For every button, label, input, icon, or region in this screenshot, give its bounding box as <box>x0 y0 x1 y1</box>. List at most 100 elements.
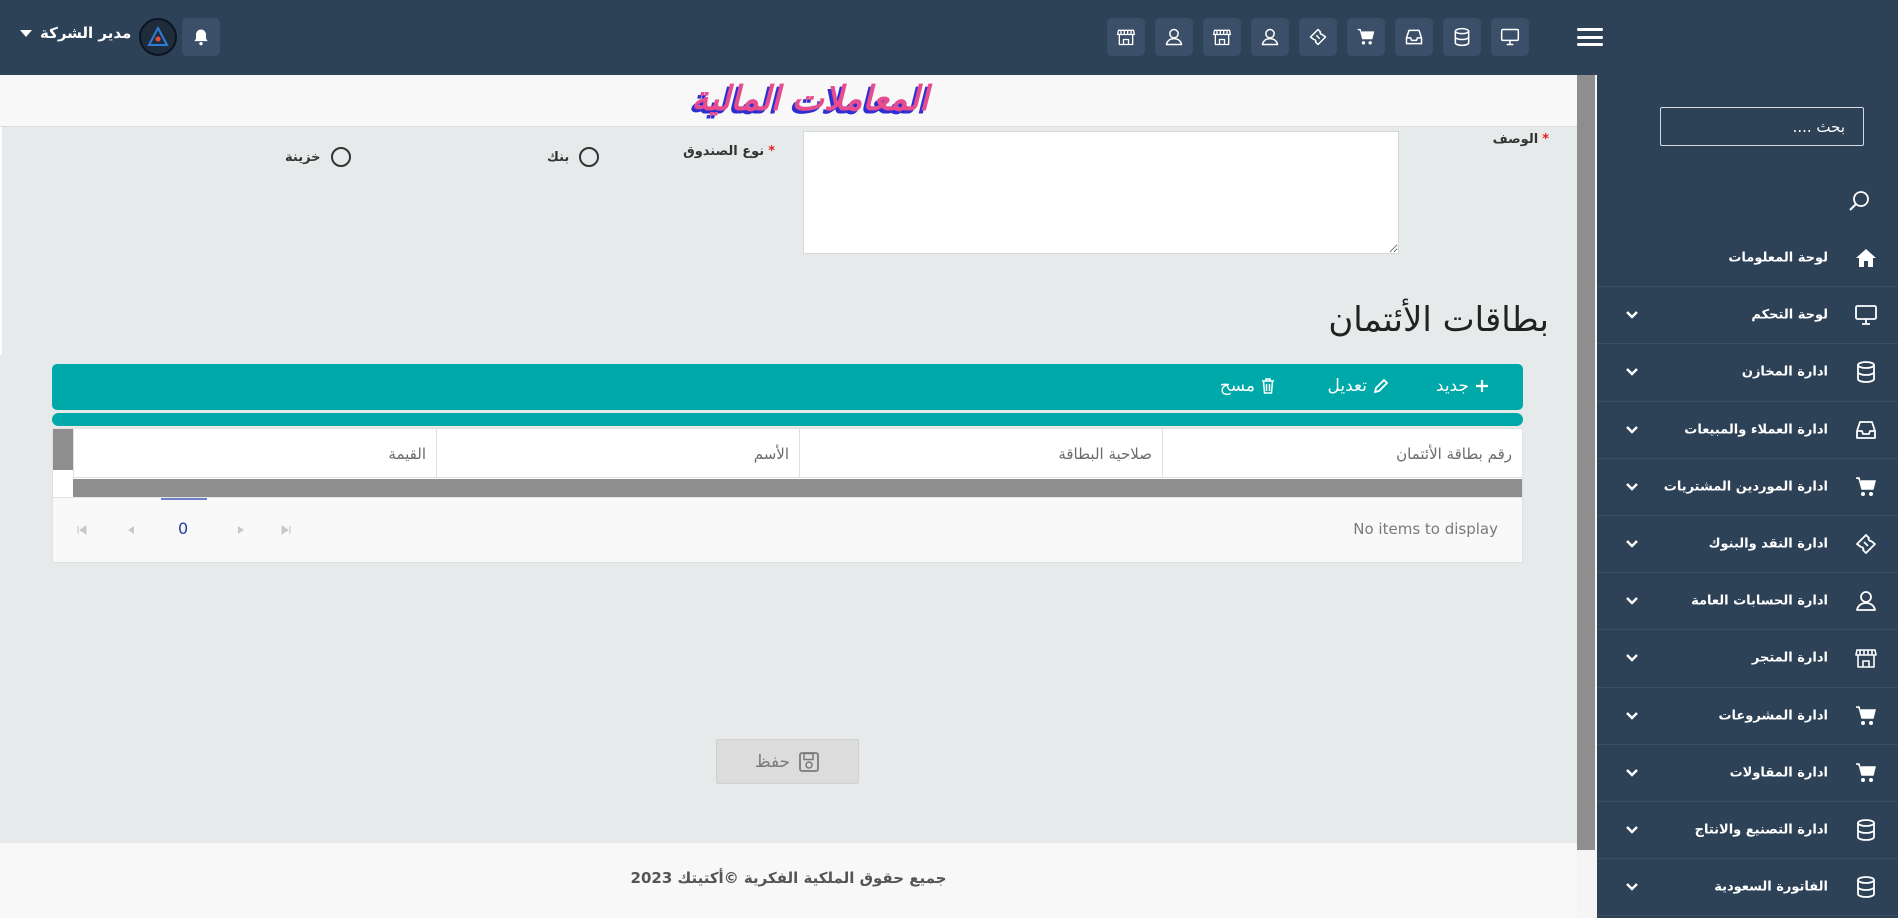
chevron-down-icon <box>1626 540 1638 548</box>
sidebar-item-label: الفاتورة السعودية <box>1714 879 1828 895</box>
radio-bank-label: بنك <box>547 149 570 165</box>
company-logo-avatar[interactable] <box>139 18 177 56</box>
main-vertical-scrollbar[interactable] <box>1577 75 1597 918</box>
cart-icon-wrap <box>1854 475 1878 499</box>
radio-bank[interactable]: بنك <box>547 147 600 167</box>
left-edge-strip <box>0 127 2 355</box>
sidebar-item-label: ادارة الموردين المشتريات <box>1663 479 1828 495</box>
hamburger-line <box>1577 35 1603 39</box>
ticket-icon <box>1856 534 1876 554</box>
chevron-down-icon-wrap[interactable] <box>1625 367 1639 377</box>
quick-link-inbox-button[interactable] <box>1395 18 1433 56</box>
database-icon <box>1857 876 1875 899</box>
chevron-down-icon-wrap[interactable] <box>1625 882 1639 892</box>
sidebar-item-11[interactable]: ادارة التصنيع والانتاج <box>1597 802 1898 860</box>
delete-button[interactable]: مسح <box>1220 376 1275 396</box>
chevron-down-icon-wrap[interactable] <box>1625 768 1639 778</box>
description-textarea[interactable] <box>803 131 1399 254</box>
sidebar-item-label: ادارة المتجر <box>1751 650 1828 666</box>
grid-scroll-corner[interactable] <box>53 429 73 470</box>
chevron-down-icon <box>1626 311 1638 319</box>
cart-icon <box>1357 28 1375 45</box>
chevron-down-icon-wrap[interactable] <box>1625 425 1639 435</box>
sidebar-item-label: ادارة المخازن <box>1741 364 1828 380</box>
current-page-number[interactable]: 0 <box>178 519 188 538</box>
chevron-down-icon-wrap[interactable] <box>1625 653 1639 663</box>
new-button-label: جديد <box>1435 376 1469 396</box>
radio-circle[interactable] <box>330 147 351 167</box>
chevron-down-icon <box>1626 654 1638 663</box>
sidebar-item-4[interactable]: ادارة العملاء والمبيعات <box>1597 402 1898 459</box>
page-footer: جميع حقوق الملكية الفكرية ©أكتيتك 2023 <box>0 843 1577 918</box>
radio-circle[interactable] <box>579 147 600 167</box>
quick-link-store-button[interactable] <box>1107 18 1145 56</box>
last-page-button[interactable] <box>278 522 294 538</box>
quick-link-store-button[interactable] <box>1203 18 1241 56</box>
sidebar-search-input[interactable] <box>1660 107 1864 146</box>
quick-link-user-button[interactable] <box>1155 18 1193 56</box>
column-header-name[interactable]: الأسم <box>436 429 799 478</box>
title-strip: المعاملات المالية <box>0 75 1577 127</box>
sidebar-item-3[interactable]: ادارة المخازن <box>1597 344 1898 402</box>
chevron-down-icon-wrap[interactable] <box>1625 482 1639 492</box>
radio-treasury[interactable]: خزينة <box>285 147 351 167</box>
database-icon-wrap <box>1854 875 1878 899</box>
grid-header: رقم بطاقة الأئتمان صلاحية البطاقة الأسم … <box>73 429 1522 478</box>
sidebar-item-1[interactable]: لوحة المعلومات <box>1597 230 1898 288</box>
floppy-disk-icon <box>799 751 820 772</box>
new-button[interactable]: جديد <box>1436 376 1489 396</box>
column-header-card-number[interactable]: رقم بطاقة الأئتمان <box>1162 429 1522 478</box>
chevron-down-icon <box>1626 482 1638 491</box>
chevron-down-icon-wrap[interactable] <box>1625 310 1639 320</box>
quick-link-ticket-button[interactable] <box>1299 18 1337 56</box>
sidebar-item-label: ادارة المقاولات <box>1729 765 1828 781</box>
plus-icon <box>1476 380 1488 392</box>
database-icon-wrap <box>1854 360 1878 384</box>
sidebar-item-6[interactable]: ادارة النقد والبنوك <box>1597 516 1898 574</box>
quick-link-user-button[interactable] <box>1251 18 1289 56</box>
next-page-button[interactable] <box>233 522 249 538</box>
logo-icon <box>147 25 169 46</box>
required-mark: * <box>768 144 775 159</box>
database-icon <box>1857 361 1875 384</box>
menu-toggle-button[interactable] <box>1577 26 1603 48</box>
chevron-down-icon-wrap[interactable] <box>1625 539 1639 549</box>
ticket-icon-wrap <box>1854 532 1878 556</box>
quick-link-cart-button[interactable] <box>1347 18 1385 56</box>
sidebar-item-10[interactable]: ادارة المقاولات <box>1597 745 1898 802</box>
chevron-down-icon-wrap[interactable] <box>1625 825 1639 835</box>
sidebar-item-9[interactable]: ادارة المشروعات <box>1597 688 1898 745</box>
sidebar-item-7[interactable]: ادارة الحسابات العامة <box>1597 573 1898 631</box>
sidebar-item-label: لوحة المعلومات <box>1728 250 1828 266</box>
search-button[interactable] <box>1847 189 1871 213</box>
ticket-icon <box>1309 28 1327 46</box>
first-page-button[interactable] <box>74 522 90 538</box>
notifications-button[interactable] <box>182 18 220 56</box>
radio-treasury-label: خزينة <box>285 149 321 165</box>
store-icon <box>1855 649 1877 669</box>
sidebar-item-label: ادارة النقد والبنوك <box>1708 536 1828 552</box>
save-button[interactable]: حفظ <box>716 739 859 784</box>
sidebar-item-label: ادارة العملاء والمبيعات <box>1684 422 1828 438</box>
chevron-down-icon-wrap[interactable] <box>1625 711 1639 721</box>
page-title: المعاملات المالية <box>691 79 929 119</box>
cart-icon <box>1856 705 1876 725</box>
column-header-card-expiry[interactable]: صلاحية البطاقة <box>799 429 1162 478</box>
previous-page-button[interactable] <box>123 522 139 538</box>
sidebar-item-2[interactable]: لوحة التحكم <box>1597 287 1898 345</box>
sidebar-item-12[interactable]: الفاتورة السعودية <box>1597 859 1898 917</box>
chevron-down-icon-wrap[interactable] <box>1625 596 1639 606</box>
sidebar-item-5[interactable]: ادارة الموردين المشتريات <box>1597 459 1898 516</box>
quick-link-monitor-button[interactable] <box>1491 18 1529 56</box>
database-icon-wrap <box>1854 818 1878 842</box>
edit-button[interactable]: تعديل <box>1328 376 1389 396</box>
sidebar-item-8[interactable]: ادارة المتجر <box>1597 630 1898 688</box>
quick-link-database-button[interactable] <box>1443 18 1481 56</box>
user-menu[interactable]: مدير الشركة <box>20 24 131 42</box>
scrollbar-thumb[interactable] <box>1577 75 1595 850</box>
grid-horizontal-scrollbar[interactable] <box>73 479 1522 497</box>
user-icon <box>1856 591 1876 612</box>
box-type-label-text: نوع الصندوق <box>683 144 765 159</box>
column-header-value[interactable]: القيمة <box>73 429 436 478</box>
edit-button-label: تعديل <box>1327 376 1367 396</box>
